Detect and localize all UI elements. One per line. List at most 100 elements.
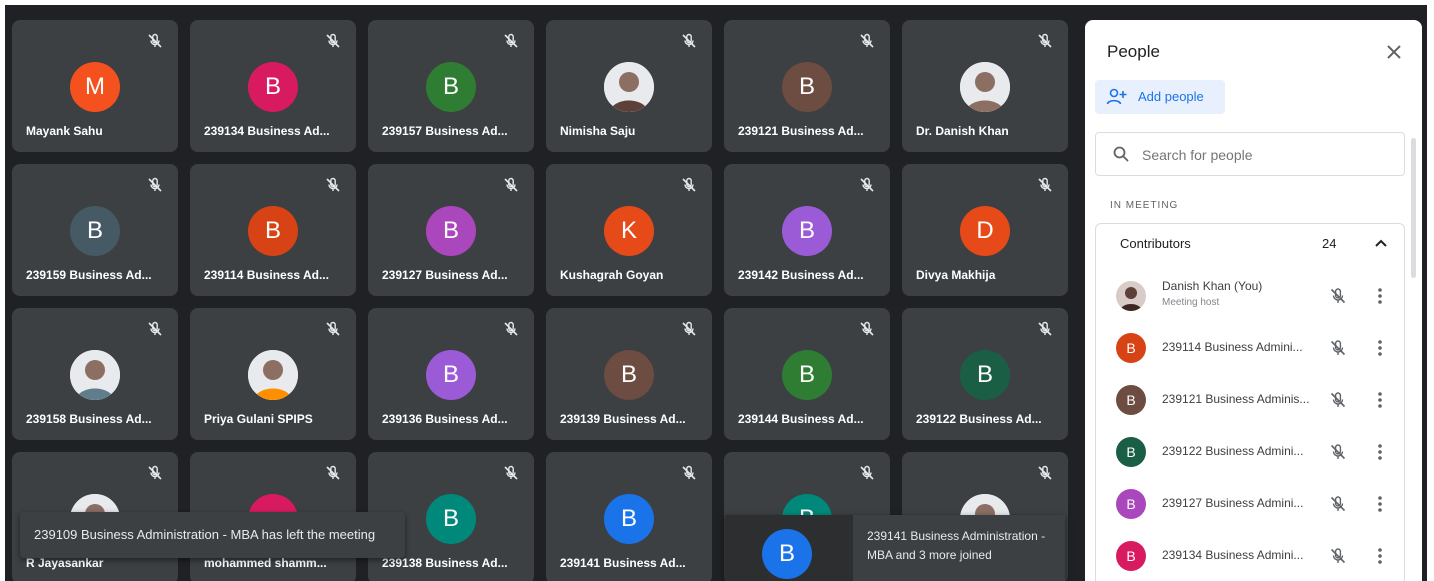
participant-tile[interactable]: B 239144 Business Ad...: [724, 308, 890, 440]
screenshot: M Mayank Sahu B 239134 Business Ad... B 23915…: [0, 0, 1434, 581]
meeting-window: M Mayank Sahu B 239134 Business Ad... B 23915…: [5, 5, 1427, 581]
mic-off-icon[interactable]: [1328, 286, 1348, 306]
participant-name: 239141 Business Ad...: [560, 556, 686, 570]
participant-avatar: B: [248, 62, 298, 112]
participant-row-name: 239121 Business Adminis...: [1162, 392, 1310, 406]
participant-avatar: B: [426, 206, 476, 256]
search-input[interactable]: [1140, 143, 1394, 167]
participant-avatar: B: [1116, 333, 1146, 363]
participant-avatar: B: [70, 206, 120, 256]
mic-off-icon[interactable]: [1328, 338, 1348, 358]
mic-off-icon: [1036, 32, 1054, 50]
mic-off-icon: [502, 176, 520, 194]
participant-avatar: [1116, 281, 1146, 311]
mic-off-icon: [324, 320, 342, 338]
mic-off-icon[interactable]: [1328, 390, 1348, 410]
participant-row-name: 239114 Business Admini...: [1162, 340, 1303, 354]
more-vert-icon[interactable]: [1376, 338, 1384, 358]
mic-off-icon: [1036, 464, 1054, 482]
participant-name: 239142 Business Ad...: [738, 268, 864, 282]
participant-name: 239159 Business Ad...: [26, 268, 152, 282]
participant-tile[interactable]: B 239142 Business Ad...: [724, 164, 890, 296]
participant-name: R Jayasankar: [26, 556, 104, 570]
participant-avatar: [960, 62, 1010, 112]
mic-off-icon: [146, 320, 164, 338]
participant-avatar: B: [1116, 489, 1146, 519]
panel-scrollbar[interactable]: [1411, 138, 1416, 278]
participant-name: 239157 Business Ad...: [382, 124, 508, 138]
participant-tile[interactable]: Dr. Danish Khan: [902, 20, 1068, 152]
participant-avatar: [604, 62, 654, 112]
joined-avatar: B: [762, 529, 812, 579]
search-box[interactable]: [1095, 132, 1405, 176]
mic-off-icon: [146, 176, 164, 194]
participant-tile[interactable]: B 239134 Business Ad...: [190, 20, 356, 152]
participant-avatar: K: [604, 206, 654, 256]
participant-tile[interactable]: B 239136 Business Ad...: [368, 308, 534, 440]
more-vert-icon[interactable]: [1376, 286, 1384, 306]
mic-off-icon[interactable]: [1328, 442, 1348, 462]
participant-avatar: B: [604, 494, 654, 544]
participant-avatar: B: [426, 62, 476, 112]
joined-text: 239141 Business Administration - MBA and…: [867, 529, 1046, 562]
participant-row[interactable]: B 239122 Business Admini...: [1096, 427, 1404, 477]
participant-tile[interactable]: Priya Gulani SPIPS: [190, 308, 356, 440]
participant-row[interactable]: B 239114 Business Admini...: [1096, 323, 1404, 373]
participant-tile[interactable]: D Divya Makhija: [902, 164, 1068, 296]
contributors-header[interactable]: Contributors 24: [1096, 224, 1404, 264]
mic-off-icon: [502, 464, 520, 482]
more-vert-icon[interactable]: [1376, 546, 1384, 566]
participant-tile[interactable]: B 239122 Business Ad...: [902, 308, 1068, 440]
close-panel-button[interactable]: [1382, 40, 1406, 64]
more-vert-icon[interactable]: [1376, 390, 1384, 410]
mic-off-icon[interactable]: [1328, 546, 1348, 566]
participant-tile[interactable]: B 239114 Business Ad...: [190, 164, 356, 296]
participant-tile[interactable]: B 239159 Business Ad...: [12, 164, 178, 296]
participant-avatar: B: [426, 350, 476, 400]
panel-title: People: [1107, 42, 1160, 61]
participant-tile[interactable]: B 239139 Business Ad...: [546, 308, 712, 440]
mic-off-icon: [858, 32, 876, 50]
mic-off-icon: [502, 320, 520, 338]
more-vert-icon[interactable]: [1376, 494, 1384, 514]
joined-notification[interactable]: B 239141 Business Administration - MBA a…: [725, 515, 1065, 581]
participant-tile[interactable]: Nimisha Saju: [546, 20, 712, 152]
more-vert-icon[interactable]: [1376, 442, 1384, 462]
participant-tile[interactable]: M Mayank Sahu: [12, 20, 178, 152]
participant-avatar: B: [782, 62, 832, 112]
add-people-button[interactable]: Add people: [1095, 80, 1225, 114]
participant-tile[interactable]: K Kushagrah Goyan: [546, 164, 712, 296]
participant-name: mohammed shamm...: [204, 556, 327, 570]
participant-tile[interactable]: B 239141 Business Ad...: [546, 452, 712, 581]
participant-tile[interactable]: 239158 Business Ad...: [12, 308, 178, 440]
participant-name: Mayank Sahu: [26, 124, 103, 138]
participant-tile[interactable]: B 239157 Business Ad...: [368, 20, 534, 152]
participant-name: 239122 Business Ad...: [916, 412, 1042, 426]
participant-name: 239136 Business Ad...: [382, 412, 508, 426]
participant-name: 239138 Business Ad...: [382, 556, 508, 570]
participant-avatar: B: [1116, 385, 1146, 415]
mic-off-icon[interactable]: [1328, 494, 1348, 514]
participant-role: Meeting host: [1162, 297, 1220, 308]
participant-row[interactable]: Danish Khan (You) Meeting host: [1096, 271, 1404, 321]
participant-row[interactable]: B 239134 Business Admini...: [1096, 531, 1404, 581]
left-meeting-toast: 239109 Business Administration - MBA has…: [20, 512, 405, 558]
participant-avatar: B: [248, 206, 298, 256]
participant-avatar: B: [960, 350, 1010, 400]
participant-tile[interactable]: B 239121 Business Ad...: [724, 20, 890, 152]
participant-row-name: 239127 Business Admini...: [1162, 496, 1304, 510]
people-panel: People Add people Search for people IN M…: [1085, 20, 1422, 581]
participant-row[interactable]: B 239121 Business Adminis...: [1096, 375, 1404, 425]
participant-name: 239139 Business Ad...: [560, 412, 686, 426]
participant-row[interactable]: B 239127 Business Admini...: [1096, 479, 1404, 529]
participant-avatar: [70, 350, 120, 400]
chevron-up-icon[interactable]: [1372, 235, 1390, 253]
participant-name: Dr. Danish Khan: [916, 124, 1009, 138]
mic-off-icon: [324, 464, 342, 482]
participant-name: 239158 Business Ad...: [26, 412, 152, 426]
participant-tile[interactable]: B 239127 Business Ad...: [368, 164, 534, 296]
mic-off-icon: [680, 32, 698, 50]
contributors-count: 24: [1322, 236, 1337, 251]
participant-name: Priya Gulani SPIPS: [204, 412, 313, 426]
participant-avatar: B: [426, 494, 476, 544]
